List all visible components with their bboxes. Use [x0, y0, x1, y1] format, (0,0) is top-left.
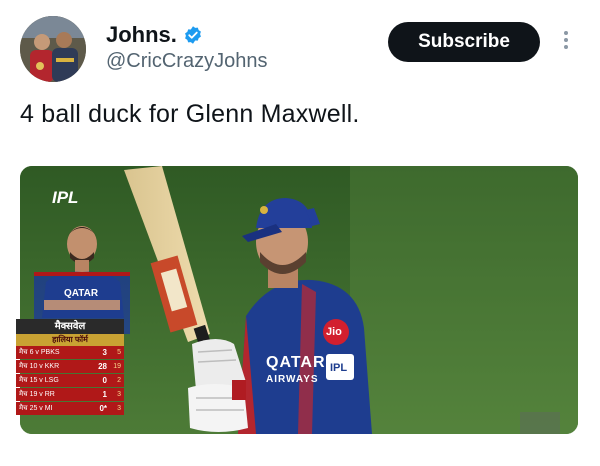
ipl-logo: IPL: [52, 188, 79, 207]
more-vertical-icon[interactable]: [558, 28, 574, 58]
stat-row-balls: 19: [113, 363, 121, 370]
stat-row-balls: 3: [117, 391, 121, 398]
stat-row-balls: 3: [117, 405, 121, 412]
stat-graphic-player-name: मैक्सवेल: [16, 319, 124, 334]
author-handle[interactable]: @CricCrazyJohns: [106, 50, 267, 73]
stat-row-balls: 5: [117, 349, 121, 356]
stat-row-runs: 1: [102, 390, 107, 399]
stat-row-runs: 3: [102, 348, 107, 357]
subscribe-button[interactable]: Subscribe: [388, 22, 540, 62]
stat-row-label: मैच 10 v KKR: [19, 363, 60, 370]
stat-row: मैच 6 v PBKS 3 5: [16, 346, 124, 359]
stat-row: मैच 25 v MI 0* 3: [16, 402, 124, 415]
stat-row-balls: 2: [117, 377, 121, 384]
avatar-image: [20, 16, 86, 82]
stat-row: मैच 10 v KKR 28 19: [16, 360, 124, 373]
jersey-sponsor-text: QATAR: [266, 354, 326, 371]
author-name-row: Johns.: [106, 22, 203, 48]
stat-row-runs: 28: [98, 362, 107, 371]
author-avatar[interactable]: [20, 16, 86, 82]
stat-row: मैच 19 v RR 1 3: [16, 388, 124, 401]
stat-graphic-subtitle: हालिया फॉर्म: [16, 334, 124, 346]
tweet-header: Johns. @CricCrazyJohns Subscribe: [0, 0, 600, 90]
jersey-sponsor-subtext: AIRWAYS: [266, 374, 319, 385]
graphic-jersey-sponsor: QATAR: [64, 288, 99, 299]
stat-row-label: मैच 19 v RR: [19, 391, 55, 398]
stat-graphic-rows: मैच 6 v PBKS 3 5 मैच 10 v KKR 28 19 मैच …: [16, 346, 124, 416]
stat-row: मैच 15 v LSG 0 2: [16, 374, 124, 387]
stat-row-label: मैच 25 v MI: [19, 405, 53, 412]
tweet-text: 4 ball duck for Glenn Maxwell.: [20, 100, 360, 128]
verified-badge-icon: [183, 25, 203, 45]
stat-row-label: मैच 15 v LSG: [19, 377, 59, 384]
stat-row-label: मैच 6 v PBKS: [19, 349, 60, 356]
sleeve-ipl-badge: IPL: [330, 362, 348, 374]
stat-row-runs: 0*: [99, 404, 107, 413]
author-display-name[interactable]: Johns.: [106, 22, 177, 48]
stat-row-runs: 0: [102, 376, 107, 385]
jio-badge: Jio: [326, 326, 342, 338]
